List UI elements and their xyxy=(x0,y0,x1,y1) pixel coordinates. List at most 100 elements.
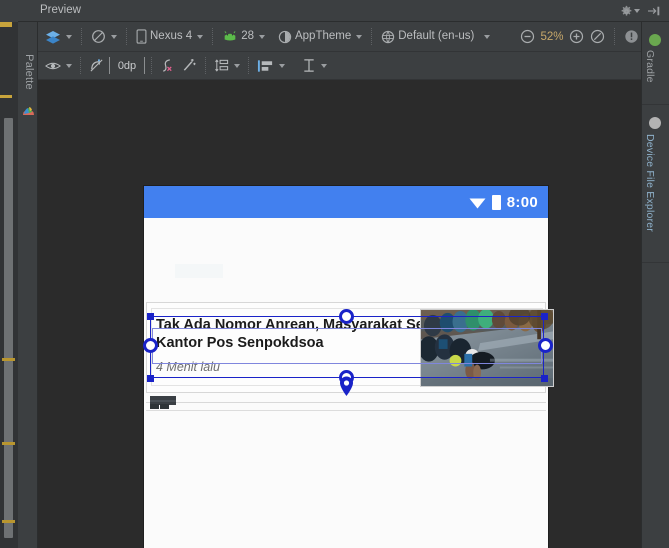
orientation-button[interactable] xyxy=(88,26,120,48)
empty-widget-placeholder xyxy=(175,264,223,278)
autoconnect-button[interactable] xyxy=(86,55,107,77)
palette-icon xyxy=(22,105,35,117)
toolbar-separator xyxy=(81,28,82,45)
scrollbar-warning-tick xyxy=(2,520,15,523)
chevron-down-icon xyxy=(279,63,285,68)
sidebar-tab-palette[interactable]: Palette xyxy=(18,22,38,548)
status-bar-time: 8:00 xyxy=(506,193,538,211)
toolbar-separator xyxy=(205,57,206,74)
zoom-in-button[interactable] xyxy=(566,26,587,48)
eye-icon xyxy=(45,62,61,69)
battery-icon xyxy=(491,194,501,210)
design-surface[interactable]: 8:00 Tak Ada Nomor Anrean, Masyarakat Se… xyxy=(38,80,641,548)
scrollbar-warning-tick xyxy=(2,358,15,361)
vertical-spacing-button[interactable] xyxy=(299,55,330,77)
list-item-inner: Tak Ada Nomor Anrean, Masyarakat Se Kant… xyxy=(151,308,554,387)
wifi-icon xyxy=(469,198,486,208)
panel-title: Preview xyxy=(40,4,81,16)
issues-button[interactable] xyxy=(621,26,641,48)
right-tool-window-strip: Gradle Device File Explorer xyxy=(641,22,669,548)
toolbar-separator xyxy=(126,28,127,45)
chevron-down-icon xyxy=(66,34,72,39)
chevron-down-icon xyxy=(111,34,117,39)
toolbar-separator xyxy=(248,57,249,74)
gutter-top-filler xyxy=(0,0,18,22)
design-mode-button[interactable] xyxy=(42,26,75,48)
gear-icon[interactable] xyxy=(619,1,641,21)
device-selector[interactable]: Nexus 4 xyxy=(133,26,206,48)
chevron-down-icon xyxy=(258,34,265,39)
default-margin-control[interactable]: 0dp xyxy=(107,55,147,77)
toolbar-separator xyxy=(614,28,615,45)
headline-line-2: Kantor Pos Senpokdsoa xyxy=(156,335,324,351)
theme-icon xyxy=(278,30,292,43)
infer-constraints-button[interactable] xyxy=(178,55,200,77)
api-level-label: 28 xyxy=(241,29,254,42)
strip-divider xyxy=(642,262,669,263)
news-photo-thumbnail xyxy=(420,309,554,387)
zoom-level-label: 52% xyxy=(540,30,564,43)
chevron-down-icon xyxy=(484,34,491,39)
clear-constraints-icon xyxy=(163,59,172,72)
android-icon xyxy=(224,31,236,41)
toolbar-separator xyxy=(371,28,373,45)
warning-icon xyxy=(625,30,638,43)
toolbar-separator xyxy=(293,57,294,74)
magic-wand-icon xyxy=(183,58,196,71)
theme-label: AppTheme xyxy=(294,29,352,42)
gutter-change-marker xyxy=(0,22,12,27)
device-preview[interactable]: 8:00 Tak Ada Nomor Anrean, Masyarakat Se… xyxy=(143,186,554,548)
design-toolbar: Nexus 4 28 AppTheme Default (en-us) 52% xyxy=(38,22,641,52)
sidebar-tab-device-file-explorer[interactable]: Device File Explorer xyxy=(644,134,656,254)
minus-circle-icon xyxy=(520,29,535,44)
editor-scrollbar[interactable] xyxy=(4,118,13,538)
align-button[interactable] xyxy=(254,55,288,77)
list-divider xyxy=(146,410,546,411)
zoom-out-button[interactable] xyxy=(517,26,538,48)
android-status-bar: 8:00 xyxy=(144,186,548,218)
list-divider xyxy=(146,402,546,403)
gutter-change-marker xyxy=(0,95,12,98)
show-constraints-button[interactable] xyxy=(42,55,75,77)
locale-selector[interactable]: Default (en-us) xyxy=(378,26,493,48)
android-studio-preview-window: Palette Preview Nexus 4 28 AppTheme Defa… xyxy=(0,0,669,548)
toolbar-separator xyxy=(151,57,152,74)
locale-label: Default (en-us) xyxy=(398,29,475,42)
align-icon xyxy=(257,59,273,72)
editor-gutter xyxy=(0,0,18,548)
news-headline: Tak Ada Nomor Anrean, Masyarakat Se Kant… xyxy=(156,316,424,352)
toolbar-separator xyxy=(212,28,214,45)
app-content: Tak Ada Nomor Anrean, Masyarakat Se Kant… xyxy=(143,218,554,548)
chevron-down-icon xyxy=(321,63,327,68)
chevron-down-icon xyxy=(234,63,240,68)
zoom-to-fit-button[interactable] xyxy=(587,26,608,48)
layout-editor: Nexus 4 28 AppTheme Default (en-us) 52% … xyxy=(38,22,641,548)
constraints-toolbar: 0dp xyxy=(38,52,641,80)
rotate-device-icon xyxy=(92,30,105,43)
device-explorer-icon xyxy=(649,117,661,129)
chevron-down-icon xyxy=(356,34,363,39)
default-margin-value: 0dp xyxy=(109,57,145,74)
strip-divider xyxy=(642,104,669,105)
device-name: Nexus 4 xyxy=(150,29,193,42)
api-level-selector[interactable]: 28 xyxy=(219,26,268,48)
autoconnect-off-icon xyxy=(90,59,103,72)
guidelines-button[interactable] xyxy=(211,55,243,77)
preview-panel-titlebar: Preview xyxy=(18,0,669,22)
toolbar-separator xyxy=(80,57,81,74)
phone-icon xyxy=(136,29,147,44)
theme-selector[interactable]: AppTheme xyxy=(275,26,365,48)
chevron-down-icon xyxy=(66,63,72,68)
clear-constraints-button[interactable] xyxy=(156,55,178,77)
list-item[interactable]: Tak Ada Nomor Anrean, Masyarakat Se Kant… xyxy=(146,302,554,393)
broken-image-icon xyxy=(150,396,176,409)
news-timestamp: 4 Menit lalu xyxy=(156,360,220,374)
hide-window-icon[interactable] xyxy=(643,1,665,21)
layers-icon xyxy=(46,30,60,44)
palette-tab-label: Palette xyxy=(23,54,35,90)
guidelines-icon xyxy=(215,59,229,72)
gradle-icon xyxy=(649,34,661,46)
chevron-down-icon xyxy=(197,34,204,39)
zoom-to-fit-icon xyxy=(590,29,605,44)
vertical-spacing-icon xyxy=(304,59,314,72)
